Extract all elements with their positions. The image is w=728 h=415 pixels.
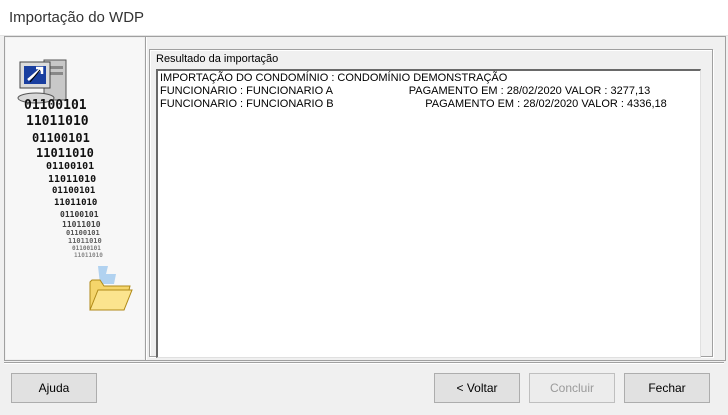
- folder-icon: [89, 266, 133, 311]
- result-line: FUNCIONARIO : FUNCIONARIO A PAGAMENTO EM…: [160, 85, 651, 97]
- wizard-frame: 01100101 11011010 01100101 11011010 0110…: [4, 36, 726, 361]
- result-line: IMPORTAÇÃO DO CONDOMÍNIO : CONDOMÍNIO DE…: [160, 72, 508, 84]
- close-button[interactable]: Fechar: [624, 373, 710, 403]
- title-bar: Importação do WDP: [0, 0, 728, 36]
- help-button[interactable]: Ajuda: [11, 373, 97, 403]
- button-bar-separator: [4, 362, 724, 364]
- back-button[interactable]: < Voltar: [434, 373, 520, 403]
- finish-button[interactable]: Concluir: [529, 373, 615, 403]
- vertical-scrollbar[interactable]: [716, 37, 724, 359]
- result-line: FUNCIONARIO : FUNCIONARIO B PAGAMENTO EM…: [160, 98, 667, 110]
- wizard-side-image: 01100101 11011010 01100101 11011010 0110…: [6, 38, 144, 359]
- import-result-group: Resultado da importação IMPORTAÇÃO DO CO…: [149, 49, 713, 358]
- import-result-textbox[interactable]: IMPORTAÇÃO DO CONDOMÍNIO : CONDOMÍNIO DE…: [156, 69, 701, 358]
- import-result-label: Resultado da importação: [156, 53, 279, 65]
- side-divider: [145, 37, 147, 360]
- window-title: Importação do WDP: [9, 9, 145, 26]
